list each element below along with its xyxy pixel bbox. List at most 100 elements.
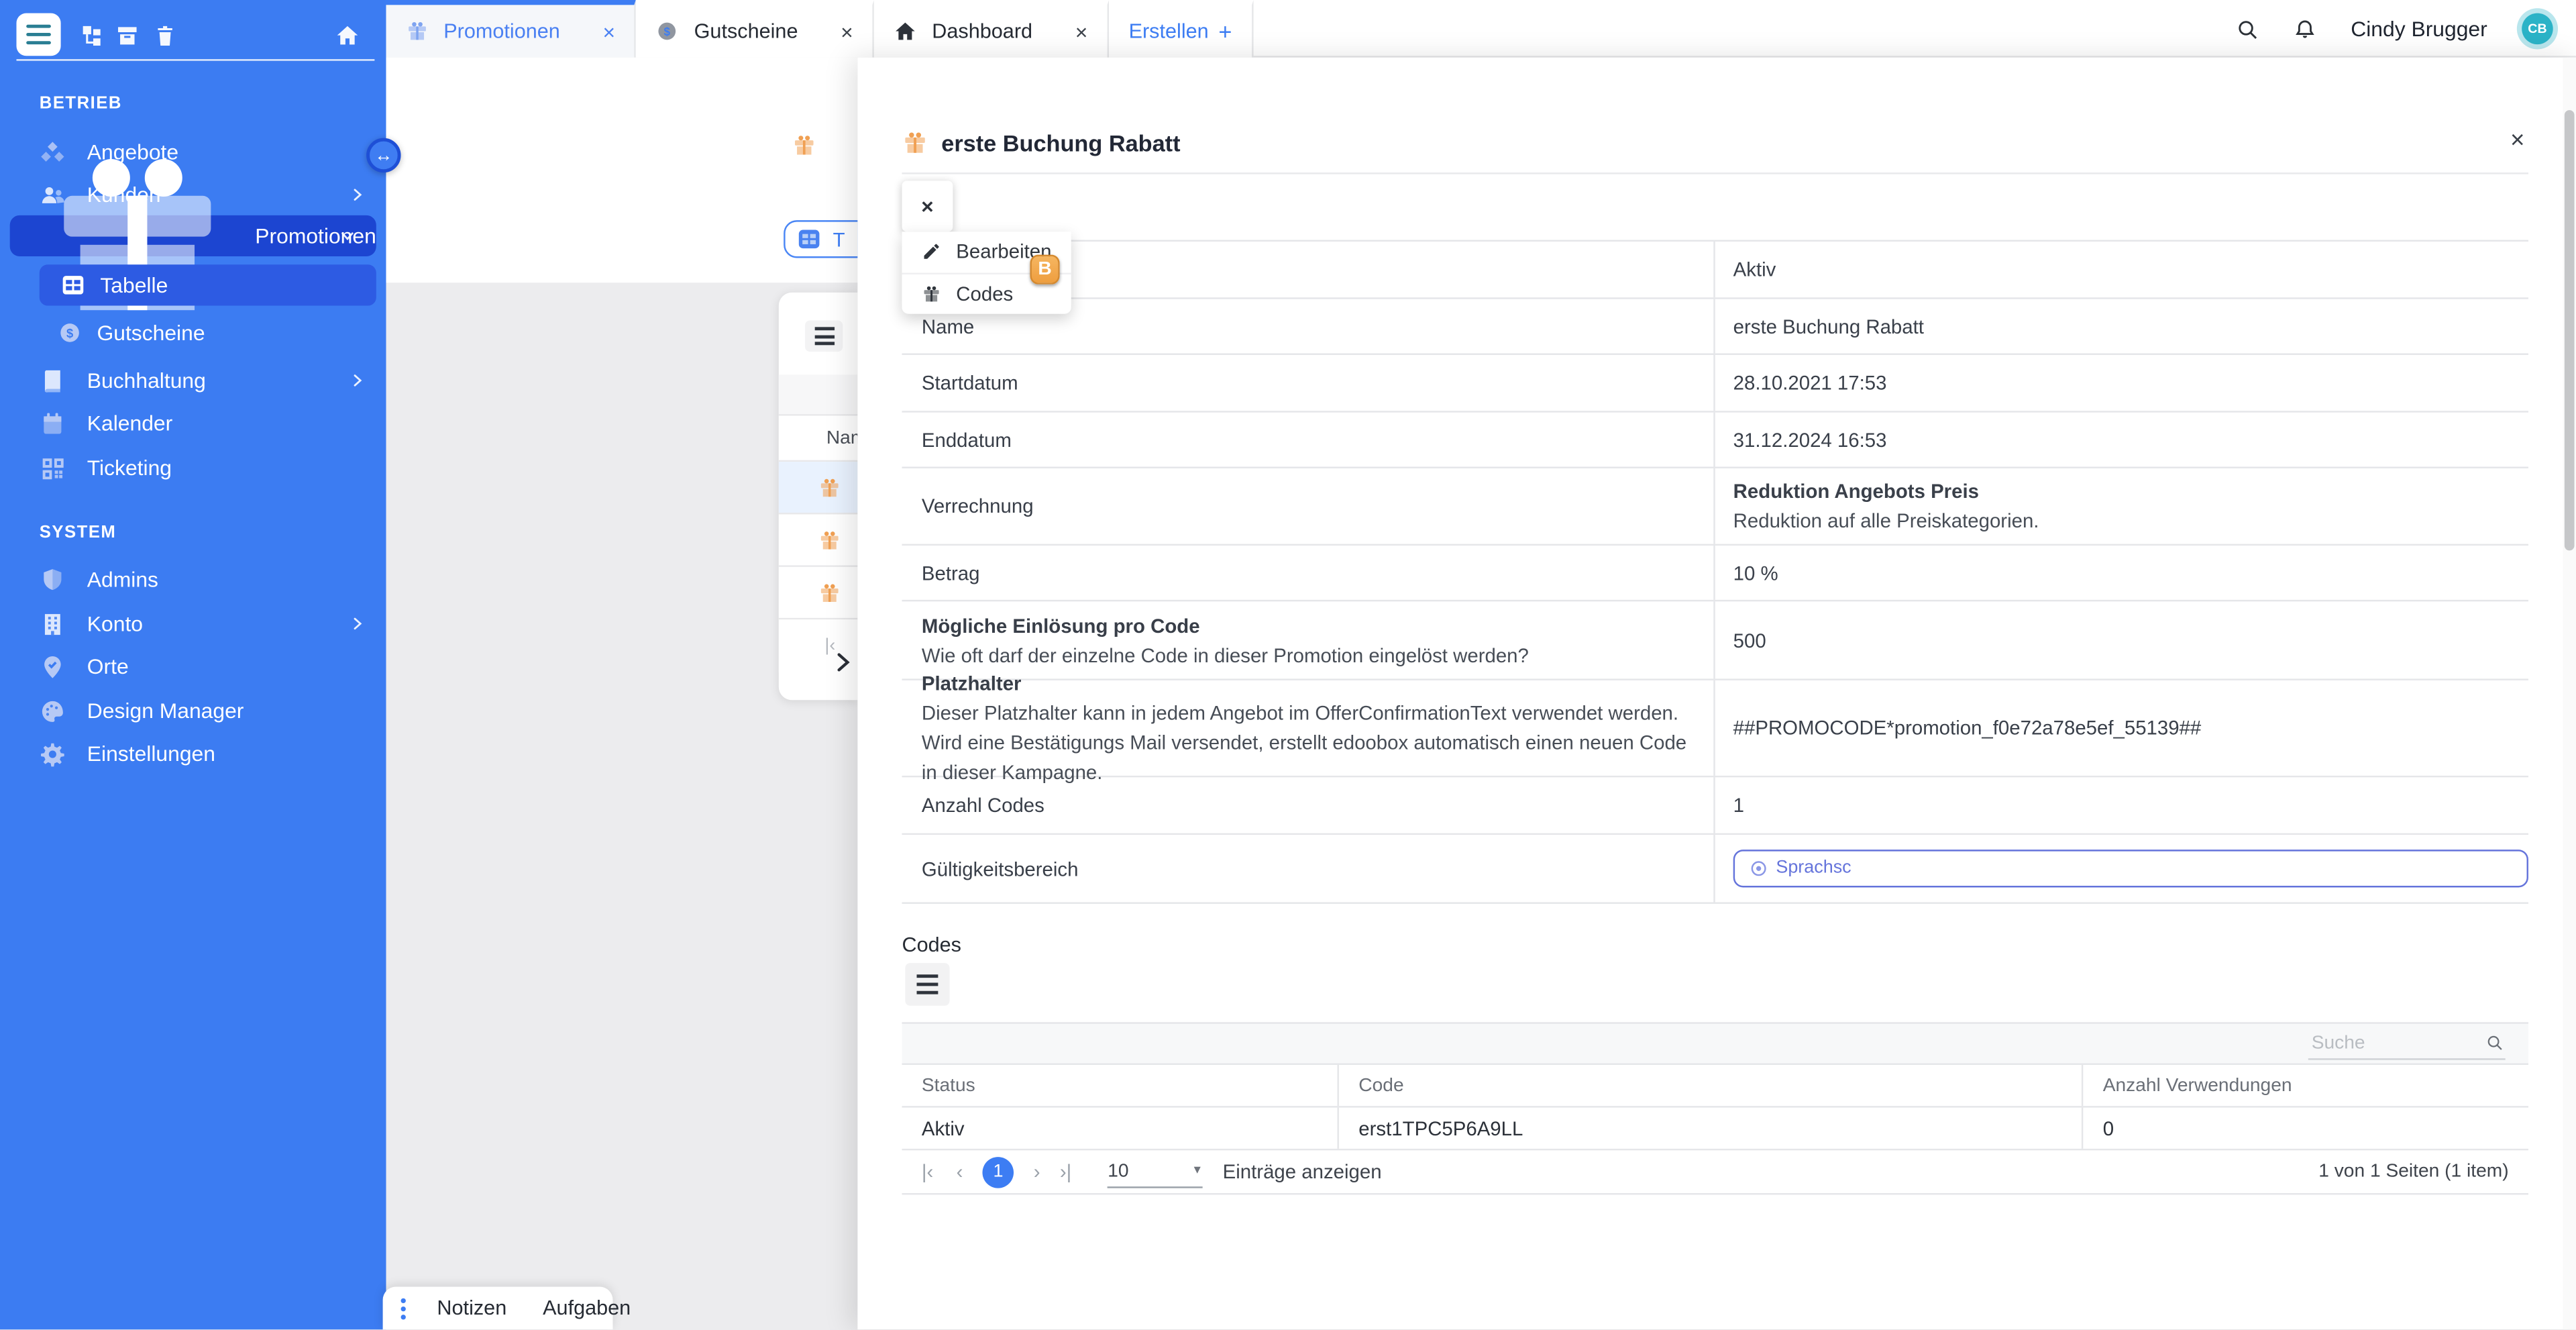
- archive-icon[interactable]: [115, 23, 140, 48]
- tab-promotionen[interactable]: Promotionen ×: [386, 0, 637, 58]
- sidebar-item-buchhaltung[interactable]: Buchhaltung: [0, 358, 386, 403]
- column-header-code[interactable]: Code: [1337, 1065, 2081, 1106]
- background-list-item[interactable]: [779, 515, 858, 567]
- code-value: erst1TPC5P6A9LL: [1337, 1108, 2081, 1149]
- sidebar-item-konto[interactable]: Konto: [0, 601, 386, 646]
- background-menu-button[interactable]: [805, 321, 843, 352]
- resize-arrows-icon: ↔: [374, 146, 392, 165]
- building-icon: [40, 611, 66, 637]
- gear-icon: [40, 740, 66, 766]
- codes-data-row: Aktiv erst1TPC5P6A9LL 0: [902, 1108, 2528, 1151]
- background-list-item[interactable]: [779, 462, 858, 514]
- search-icon[interactable]: [2236, 17, 2259, 40]
- user-name[interactable]: Cindy Brugger: [2351, 16, 2487, 41]
- current-page-button[interactable]: 1: [983, 1156, 1014, 1188]
- background-column-header: Name: [779, 416, 858, 462]
- radio-icon: [1752, 861, 1766, 876]
- sidebar-item-admins[interactable]: Admins: [0, 557, 386, 601]
- sidebar-item-einstellungen[interactable]: Einstellungen: [0, 731, 386, 776]
- column-header-status[interactable]: Status: [902, 1065, 1337, 1106]
- table-row: Startdatum 28.10.2021 17:53: [902, 355, 2528, 413]
- voucher-badge-icon: [656, 19, 679, 42]
- sidebar-section-betrieb: BETRIEB: [40, 94, 122, 113]
- calendar-icon: [40, 410, 66, 436]
- sidebar-item-promotionen[interactable]: Promotionen: [10, 215, 376, 256]
- avatar[interactable]: CB: [2522, 13, 2553, 45]
- codes-pagination: |‹ ‹ 1 › ›| 10 ▼ Einträge anzeigen 1 von…: [902, 1150, 2528, 1194]
- map-pin-icon: [40, 653, 66, 679]
- close-tab-icon[interactable]: ×: [602, 19, 615, 44]
- page-prev-icon[interactable]: ‹: [957, 1160, 963, 1183]
- tab-bar: Promotionen × Gutscheine × Dashboard × E…: [386, 0, 2576, 58]
- trash-icon[interactable]: [153, 23, 178, 48]
- app-root: BETRIEB Angebote Kunden Promotionen Tabe…: [0, 0, 2576, 1330]
- menu-close-button[interactable]: ×: [902, 181, 953, 232]
- sidebar-item-orte[interactable]: Orte: [0, 644, 386, 688]
- notifications-bell-icon[interactable]: [2294, 17, 2316, 40]
- palette-icon: [40, 698, 66, 724]
- keyboard-hint-badge: B: [1030, 255, 1060, 285]
- scrollbar-thumb[interactable]: [2565, 110, 2575, 550]
- pencil-icon: [922, 242, 941, 262]
- kebab-dots-icon[interactable]: [401, 1298, 406, 1319]
- codes-section-heading: Codes: [902, 933, 961, 956]
- background-list-item[interactable]: [779, 567, 858, 619]
- panel-title-row: erste Buchung Rabatt: [902, 128, 1180, 158]
- sitemap-icon[interactable]: [79, 23, 104, 48]
- table-row: Platzhalter Dieser Platzhalter kann in j…: [902, 680, 2528, 777]
- codes-toolbar: [902, 1022, 2528, 1065]
- sidebar-item-kalender[interactable]: Kalender: [0, 401, 386, 446]
- page-last-icon[interactable]: ›|: [1060, 1160, 1071, 1183]
- sidebar-resize-handle[interactable]: ↔: [366, 138, 400, 172]
- table-row: Betrag 10 %: [902, 546, 2528, 601]
- tasks-button[interactable]: Aufgaben: [525, 1297, 649, 1320]
- background-view-toggle-button[interactable]: T: [784, 220, 859, 258]
- tab-dashboard[interactable]: Dashboard ×: [875, 0, 1110, 58]
- title-divider: [902, 172, 2528, 174]
- promotion-details-table: Aktiv Name erste Buchung Rabatt Startdat…: [902, 240, 2528, 904]
- code-usage-count: 0: [2082, 1108, 2528, 1149]
- page-title: erste Buchung Rabatt: [941, 130, 1180, 156]
- panel-expand-chevron[interactable]: [831, 648, 854, 677]
- column-header-verwendungen[interactable]: Anzahl Verwendungen: [2082, 1065, 2528, 1106]
- search-input[interactable]: [2308, 1031, 2479, 1054]
- page-size-select[interactable]: 10 ▼: [1108, 1156, 1203, 1188]
- sidebar: BETRIEB Angebote Kunden Promotionen Tabe…: [0, 0, 386, 1330]
- tab-erstellen[interactable]: Erstellen +: [1109, 0, 1253, 58]
- table-row: Anzahl Codes 1: [902, 777, 2528, 835]
- sidebar-item-tabelle[interactable]: Tabelle: [40, 264, 376, 305]
- table-row: Enddatum 31.12.2024 16:53: [902, 413, 2528, 468]
- codes-search: [2308, 1027, 2506, 1060]
- sidebar-collapse-button[interactable]: [16, 13, 60, 56]
- entries-label: Einträge anzeigen: [1223, 1160, 1382, 1183]
- home-icon[interactable]: [335, 23, 360, 48]
- gift-icon: [818, 528, 841, 551]
- search-icon[interactable]: [2485, 1033, 2504, 1052]
- gift-icon: [922, 284, 941, 303]
- panel-close-icon[interactable]: ×: [2510, 127, 2524, 155]
- gift-icon: [818, 476, 841, 499]
- plus-icon: +: [1218, 18, 1232, 44]
- gift-icon: [818, 581, 841, 604]
- close-tab-icon[interactable]: ×: [841, 19, 853, 44]
- voucher-badge-icon: [58, 321, 83, 346]
- footer-dock: Notizen Aufgaben: [383, 1287, 613, 1330]
- codes-menu-button[interactable]: [905, 963, 949, 1006]
- close-tab-icon[interactable]: ×: [1075, 19, 1088, 44]
- page-first-icon[interactable]: |‹: [922, 1160, 933, 1183]
- status-value: Aktiv: [1715, 242, 2528, 297]
- sidebar-section-system: SYSTEM: [40, 523, 117, 542]
- sidebar-item-gutscheine[interactable]: Gutscheine: [0, 311, 386, 355]
- gift-icon: [792, 133, 816, 158]
- notes-button[interactable]: Notizen: [419, 1297, 525, 1320]
- scope-chip[interactable]: Sprachsc: [1733, 850, 2528, 887]
- page-next-icon[interactable]: ›: [1034, 1160, 1040, 1183]
- table-grid-icon: [797, 227, 822, 252]
- table-row: Gültigkeitsbereich Sprachsc: [902, 835, 2528, 904]
- sidebar-item-ticketing[interactable]: Ticketing: [0, 446, 386, 490]
- tab-gutscheine[interactable]: Gutscheine ×: [637, 0, 875, 58]
- home-icon: [894, 19, 917, 42]
- sidebar-item-design-manager[interactable]: Design Manager: [0, 688, 386, 733]
- chevron-right-icon: [350, 616, 365, 631]
- book-icon: [40, 367, 66, 393]
